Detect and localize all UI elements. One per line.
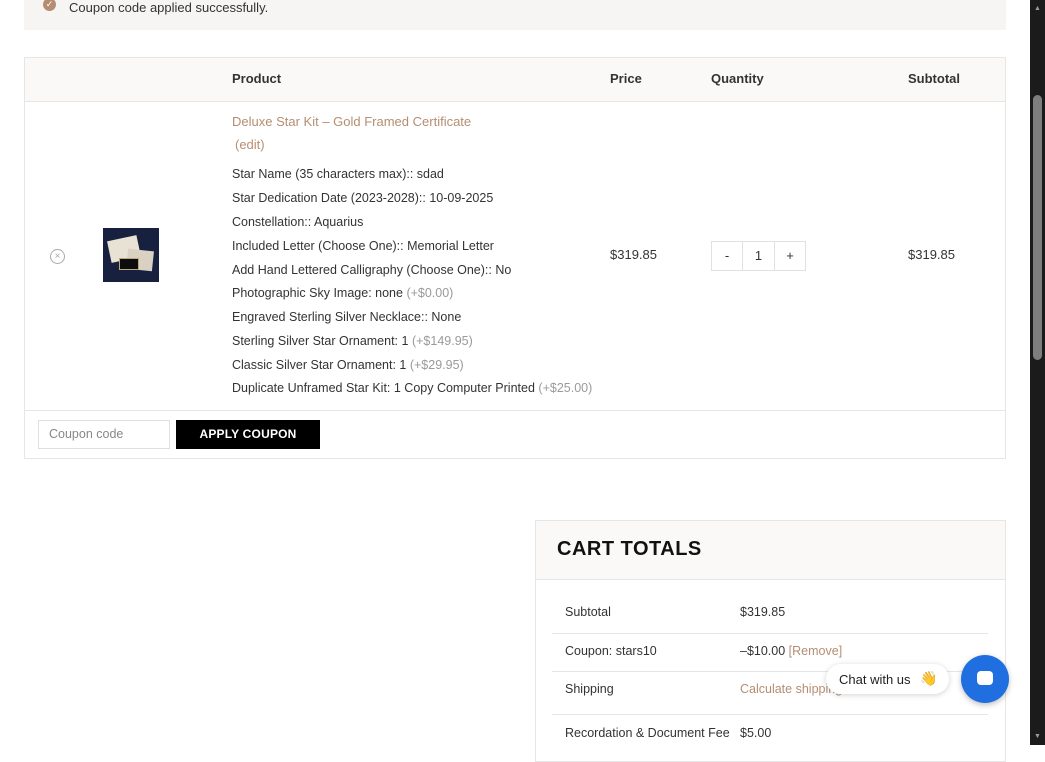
item-price: $319.85 [610,247,657,262]
item-subtotal: $319.85 [908,247,955,262]
chat-with-us-pill[interactable]: Chat with us 👋 [826,664,949,694]
coupon-code-input[interactable]: Coupon code [38,420,170,449]
chat-bubble-icon [977,671,993,685]
item-meta-line: Engraved Sterling Silver Necklace:: None [232,310,462,324]
shipping-label: Shipping [565,682,614,696]
cart-table: Product Price Quantity Subtotal × Deluxe… [24,57,1006,459]
product-name-link[interactable]: Deluxe Star Kit – Gold Framed Certificat… [232,114,471,129]
quantity-decrease-button[interactable]: - [712,242,743,270]
item-meta-line: Constellation:: Aquarius [232,215,364,229]
fee-value: $5.00 [740,726,772,740]
coupon-success-notice: ✓ Coupon code applied successfully. [24,0,1006,30]
item-meta-line: Star Dedication Date (2023-2028):: 10-09… [232,191,494,205]
header-subtotal: Subtotal [908,71,960,86]
row-divider [25,410,1005,411]
totals-row-subtotal: Subtotal $319.85 [552,595,988,634]
product-edit-link[interactable]: (edit) [235,137,265,152]
coupon-value: –$10.00 [Remove] [740,644,843,658]
subtotal-value: $319.85 [740,605,786,619]
remove-item-icon[interactable]: × [50,249,65,264]
totals-row-fee: Recordation & Document Fee $5.00 [552,714,988,760]
cart-totals-title: CART TOTALS [557,538,702,560]
wave-icon: 👋 [920,670,938,686]
coupon-placeholder: Coupon code [49,427,124,441]
header-quantity: Quantity [711,71,764,86]
item-meta-line: Duplicate Unframed Star Kit: 1 Copy Comp… [232,381,593,395]
quantity-increase-button[interactable]: + [774,242,805,270]
scrollbar-thumb[interactable] [1033,95,1042,360]
header-product: Product [232,71,282,86]
chat-label: Chat with us [839,672,911,687]
item-meta-line: Classic Silver Star Ornament: 1 (+$29.95… [232,358,464,372]
apply-coupon-button[interactable]: APPLY COUPON [176,420,320,449]
quantity-stepper: - 1 + [711,241,806,271]
header-price: Price [610,71,642,86]
item-meta-line: Star Name (35 characters max):: sdad [232,167,444,181]
check-circle-icon: ✓ [43,0,56,11]
item-meta-line: Sterling Silver Star Ornament: 1 (+$149.… [232,334,473,348]
item-meta-line: Photographic Sky Image: none (+$0.00) [232,286,454,300]
scroll-down-icon[interactable]: ▼ [1033,732,1042,741]
item-meta-line: Add Hand Lettered Calligraphy (Choose On… [232,263,512,277]
coupon-label: Coupon: stars10 [565,644,657,658]
fee-label: Recordation & Document Fee [565,726,730,740]
notice-message: Coupon code applied successfully. [69,0,269,15]
subtotal-label: Subtotal [565,605,611,619]
cart-table-header: Product Price Quantity Subtotal [25,58,1005,102]
remove-coupon-link[interactable]: [Remove] [789,644,843,658]
scroll-up-icon[interactable]: ▲ [1033,4,1042,13]
product-thumbnail[interactable] [103,228,159,282]
item-meta-line: Included Letter (Choose One):: Memorial … [232,239,494,253]
chat-launcher-button[interactable] [961,655,1009,703]
cart-totals-header: CART TOTALS [536,521,1005,580]
quantity-input[interactable]: 1 [743,242,774,270]
cart-totals-panel: CART TOTALS Subtotal $319.85 Coupon: sta… [535,520,1006,762]
